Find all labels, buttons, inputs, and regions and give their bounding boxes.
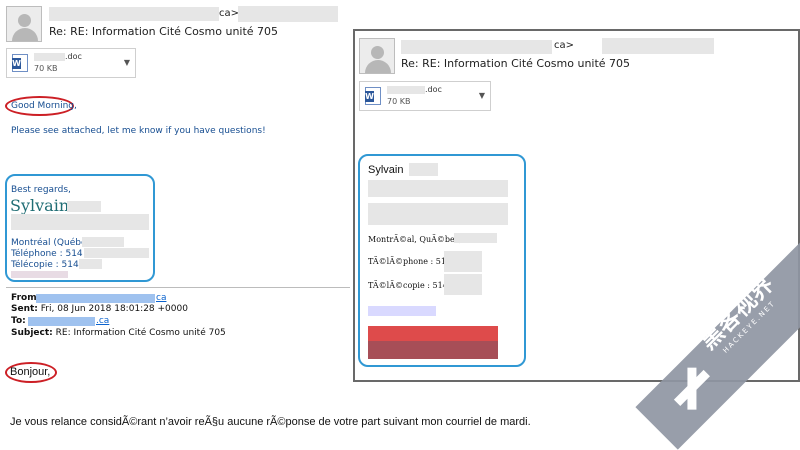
signature-fax-redaction [444,274,482,295]
quoted-to-label: To: [11,316,26,326]
body-message: Please see attached, let me know if you … [11,126,266,136]
signature-phone-redaction [84,248,149,258]
quoted-header-divider [6,287,350,288]
attachment-size: 70 KB [34,64,58,73]
attachment-name-redaction [34,53,65,61]
attachment-chip[interactable]: W .doc 70 KB ▼ [6,48,136,78]
email-subject: Re: RE: Information Cité Cosmo unité 705 [401,57,631,70]
signature-regards: Best regards, [11,185,71,195]
signature-title-redaction [368,180,508,197]
quoted-to-redaction [28,317,95,326]
sender-domain-suffix: ca> [219,8,240,19]
quoted-from-redaction [36,294,155,303]
quoted-subject: Subject: RE: Information Cité Cosmo unit… [11,328,226,338]
sender-address-redaction [49,7,219,21]
attachment-chip[interactable]: W .doc 70 KB ▼ [359,81,491,111]
signature-surname-redaction [67,201,101,212]
signature-city-redaction [454,233,497,243]
signature-city-redaction [82,237,124,247]
greeting-text: Good Morning, [11,101,77,111]
signature-surname-redaction [409,163,438,176]
signature-company-redaction [368,203,508,225]
quoted-to: To: [11,316,26,326]
sender-address-redaction [401,40,552,54]
email-subject: Re: RE: Information Cité Cosmo unité 705 [49,25,279,38]
quoted-subject-value: RE: Information Cité Cosmo unité 705 [55,328,226,338]
quoted-to-value[interactable]: .ca [96,316,109,326]
signature-name: Sylvain [368,164,404,176]
signature-phone: TÃ©lÃ©phone : 514 [368,257,452,266]
signature-fax: Télécopie : 514 [11,260,79,270]
quoted-sent-label: Sent: [11,304,38,314]
signature-banner-image [368,326,498,359]
signature-extra-redaction [11,271,68,278]
signature-phone-redaction [444,251,482,272]
word-document-icon: W [12,54,28,72]
signature-fax-redaction [79,259,102,269]
attachment-extension: .doc [425,85,442,94]
sender-domain-suffix: ca> [554,40,575,51]
quoted-subject-label: Subject: [11,328,53,338]
signature-phone: Téléphone : 514 [11,249,83,259]
quoted-from-value[interactable]: ca [156,293,166,303]
chevron-down-icon[interactable]: ▼ [124,58,130,67]
attachment-name-redaction [387,86,425,94]
sender-extra-redaction [238,6,338,22]
attachment-size: 70 KB [387,97,411,106]
sender-avatar-icon [359,38,395,74]
relance-message: Je vous relance considÃ©rant n’avoir reÃ… [10,416,531,428]
signature-line-redaction [11,214,149,230]
signature-link-redaction [368,306,436,316]
quoted-sent: Sent: Fri, 08 Jun 2018 18:01:28 +0000 [11,304,188,314]
bonjour-text: Bonjour, [10,366,51,378]
signature-city: MontrÃ©al, QuÃ©bec, [368,235,462,244]
quoted-sent-value: Fri, 08 Jun 2018 18:01:28 +0000 [40,304,188,314]
signature-fax: TÃ©lÃ©copie : 514 [368,281,448,290]
chevron-down-icon[interactable]: ▼ [479,91,485,100]
signature-name: Sylvain [10,196,70,215]
word-document-icon: W [365,87,381,105]
sender-avatar-icon [6,6,42,42]
sender-extra-redaction [602,38,714,54]
attachment-extension: .doc [65,52,82,61]
